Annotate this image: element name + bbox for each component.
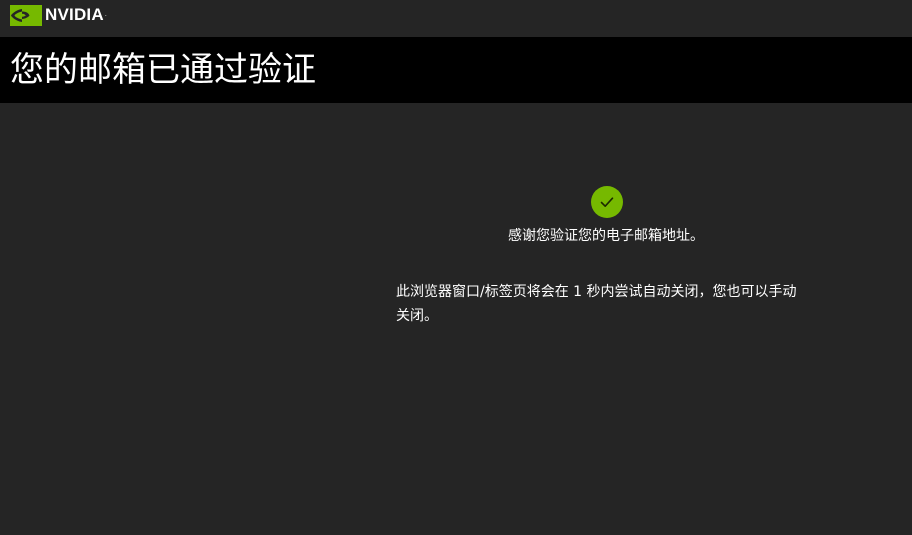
check-icon xyxy=(600,197,614,207)
page-title-bar: 您的邮箱已通过验证 xyxy=(0,37,912,103)
nvidia-eye-icon xyxy=(10,4,42,26)
logo-wordmark: NVIDIA xyxy=(45,5,104,24)
top-nav-bar: NVIDIA. xyxy=(0,0,912,37)
nvidia-logo[interactable]: NVIDIA. xyxy=(10,4,107,26)
success-check-badge xyxy=(591,186,623,218)
page-title: 您的邮箱已通过验证 xyxy=(10,50,316,90)
thanks-message: 感谢您验证您的电子邮箱地址。 xyxy=(508,228,704,244)
auto-close-message: 此浏览器窗口/标签页将会在 1 秒内尝试自动关闭，您也可以手动关闭。 xyxy=(396,284,797,324)
logo-trademark: . xyxy=(104,11,107,18)
